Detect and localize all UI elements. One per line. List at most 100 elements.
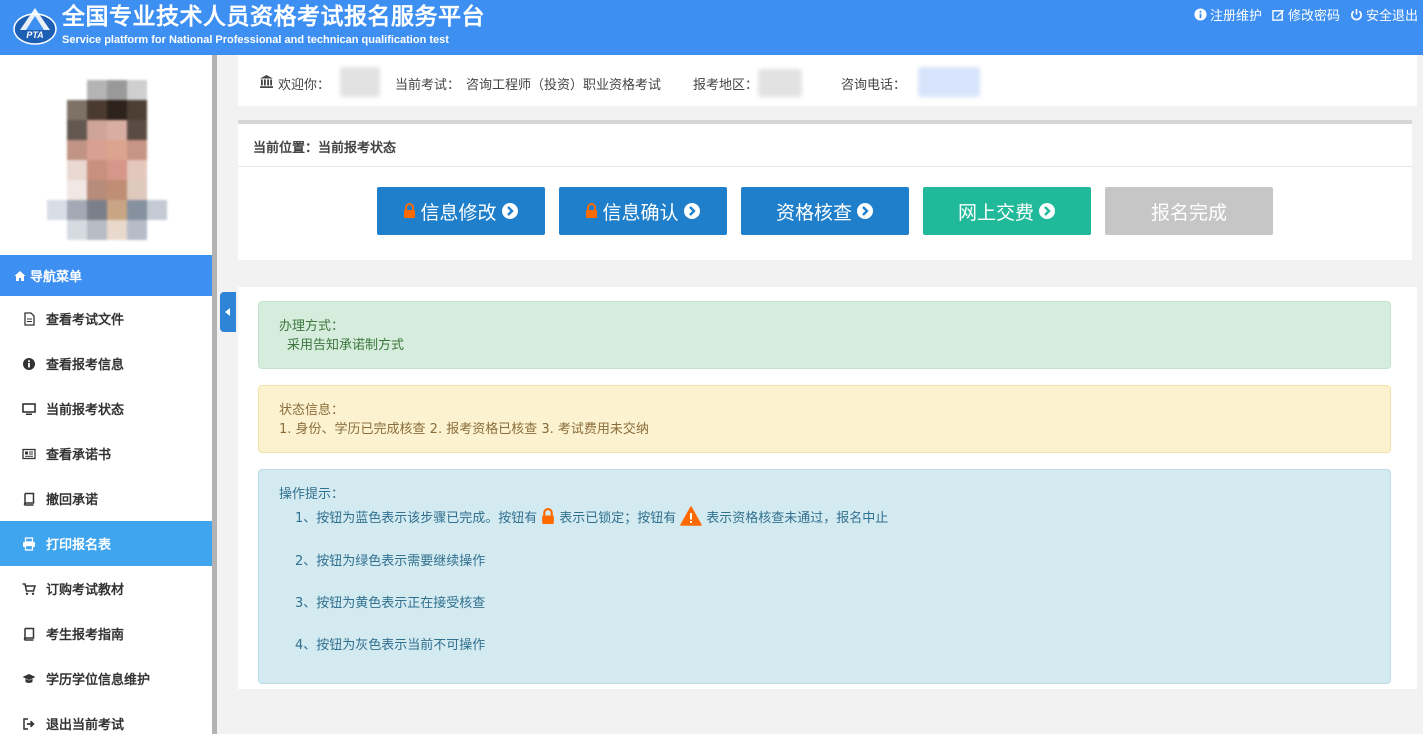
- chevron-circle-right-icon: [501, 203, 518, 219]
- register-maintain-label: 注册维护: [1209, 9, 1262, 24]
- avatar-pixel: [47, 160, 67, 180]
- step-qualification-check-button[interactable]: 资格核查: [741, 187, 909, 235]
- sidebar-item-label: 撤回承诺: [46, 493, 99, 508]
- logout-label: 安全退出: [1365, 9, 1418, 24]
- region-label: 报考地区：: [693, 78, 759, 93]
- newspaper-icon: [22, 448, 36, 459]
- nav-header: 导航菜单: [0, 255, 212, 296]
- step-info-confirm-button[interactable]: 信息确认: [559, 187, 727, 235]
- sidebar-item-exit-exam[interactable]: 退出当前考试: [0, 701, 212, 734]
- avatar-pixel: [67, 220, 87, 240]
- chevron-circle-right-icon: [683, 203, 700, 219]
- cart-icon: [22, 582, 36, 595]
- step-online-payment-button[interactable]: 网上交费: [923, 187, 1091, 235]
- tip-2: 2、按钮为绿色表示需要继续操作: [295, 554, 486, 569]
- step-info-modify-button[interactable]: 信息修改: [377, 187, 545, 235]
- bank-icon: [260, 75, 273, 88]
- avatar-pixel: [47, 180, 67, 200]
- avatar-pixel: [127, 100, 147, 120]
- home-icon: [14, 270, 26, 281]
- method-title: 办理方式：: [279, 319, 345, 334]
- site-title: 全国专业技术人员资格考试报名服务平台: [62, 4, 485, 30]
- avatar-pixel: [87, 80, 107, 100]
- avatar-pixel: [107, 100, 127, 120]
- sign-out-icon: [23, 717, 35, 730]
- avatar-pixel: [67, 80, 87, 100]
- current-exam-label: 当前考试：: [395, 78, 461, 93]
- avatar-pixel: [127, 140, 147, 160]
- power-icon: [1351, 8, 1362, 21]
- tips-title: 操作提示：: [279, 487, 345, 502]
- sidebar-item-label: 打印报名表: [46, 538, 112, 553]
- info-circle-icon: [1194, 8, 1207, 21]
- tip-1-text-b: 表示已锁定；按钮有: [559, 510, 677, 526]
- avatar-pixel: [107, 80, 127, 100]
- avatar-pixel: [67, 120, 87, 140]
- logout-link[interactable]: 安全退出: [1350, 5, 1418, 24]
- top-links: 注册维护 修改密码 安全退出: [1194, 5, 1418, 24]
- redacted-region: [758, 69, 802, 97]
- step-label: 信息修改: [420, 201, 497, 224]
- sidebar-item-current-status[interactable]: 当前报考状态: [0, 386, 212, 431]
- avatar-pixel: [87, 160, 107, 180]
- avatar-pixel: [147, 160, 167, 180]
- avatar-pixel: [147, 180, 167, 200]
- redacted-phone: [918, 67, 980, 97]
- content-panel: 办理方式： 采用告知承诺制方式 状态信息： 1. 身份、学历已完成核查 2. 报…: [238, 287, 1417, 689]
- avatar-pixel: [87, 220, 107, 240]
- status-text: 1. 身份、学历已完成核查 2. 报考资格已核查 3. 考试费用未交纳: [279, 422, 649, 437]
- avatar-pixel: [47, 140, 67, 160]
- sidebar-item-order-textbooks[interactable]: 订购考试教材: [0, 566, 212, 611]
- avatar-pixel: [127, 200, 147, 220]
- avatar-pixel: [127, 120, 147, 140]
- chevron-circle-right-icon: [1039, 203, 1055, 219]
- sidebar-divider: [212, 55, 217, 734]
- avatar-pixel: [127, 160, 147, 180]
- sidebar-item-registration-info[interactable]: 查看报考信息: [0, 341, 212, 386]
- warning-icon: [680, 506, 703, 526]
- step-label: 资格核查: [775, 201, 852, 224]
- sidebar-item-view-commitment[interactable]: 查看承诺书: [0, 431, 212, 476]
- graduation-cap-icon: [22, 673, 36, 683]
- sidebar-collapse-toggle[interactable]: [220, 292, 236, 332]
- status-title: 状态信息：: [279, 403, 345, 418]
- sidebar-item-exam-files[interactable]: 查看考试文件: [0, 296, 212, 341]
- book-icon: [23, 492, 35, 506]
- step-registration-complete-button[interactable]: 报名完成: [1105, 187, 1273, 235]
- sidebar-item-withdraw-commitment[interactable]: 撤回承诺: [0, 476, 212, 521]
- lock-icon: [586, 203, 598, 218]
- sidebar-item-label: 当前报考状态: [46, 403, 125, 418]
- nav-list: 查看考试文件 查看报考信息 当前报考状态 查看承诺书 撤回承诺 打印报名表 订购…: [0, 296, 212, 734]
- lock-icon: [404, 203, 416, 218]
- register-maintain-link[interactable]: 注册维护: [1194, 5, 1262, 24]
- avatar-pixel: [47, 200, 67, 220]
- pta-logo: PTA: [13, 8, 57, 45]
- change-password-label: 修改密码: [1287, 9, 1340, 24]
- sidebar: 导航菜单 查看考试文件 查看报考信息 当前报考状态 查看承诺书 撤回承诺 打印报…: [0, 55, 212, 734]
- avatar-pixel: [47, 220, 67, 240]
- edit-icon: [1272, 9, 1285, 21]
- nav-header-label: 导航菜单: [30, 270, 83, 285]
- avatar-pixel: [87, 200, 107, 220]
- avatar-pixel: [47, 120, 67, 140]
- tip-1-text-a: 1、按钮为蓝色表示该步骤已完成。按钮有: [295, 510, 538, 526]
- avatar-pixel: [87, 120, 107, 140]
- sidebar-item-label: 查看承诺书: [46, 448, 112, 463]
- sidebar-item-degree-info[interactable]: 学历学位信息维护: [0, 656, 212, 701]
- sidebar-item-label: 查看考试文件: [46, 313, 125, 328]
- monitor-icon: [22, 402, 36, 415]
- avatar-pixel: [147, 220, 167, 240]
- avatar-pixel: [147, 120, 167, 140]
- avatar-pixel: [127, 180, 147, 200]
- change-password-link[interactable]: 修改密码: [1272, 5, 1340, 24]
- avatar-pixel: [87, 100, 107, 120]
- logo-text: PTA: [26, 30, 43, 40]
- step-label: 网上交费: [957, 201, 1034, 224]
- sidebar-item-print-form[interactable]: 打印报名表: [0, 521, 212, 566]
- info-circle-icon: [23, 357, 35, 370]
- redacted-username: [340, 67, 380, 97]
- avatar-pixel: [127, 80, 147, 100]
- avatar-pixel: [47, 100, 67, 120]
- sidebar-item-exam-guide[interactable]: 考生报考指南: [0, 611, 212, 656]
- avatar-pixel: [67, 200, 87, 220]
